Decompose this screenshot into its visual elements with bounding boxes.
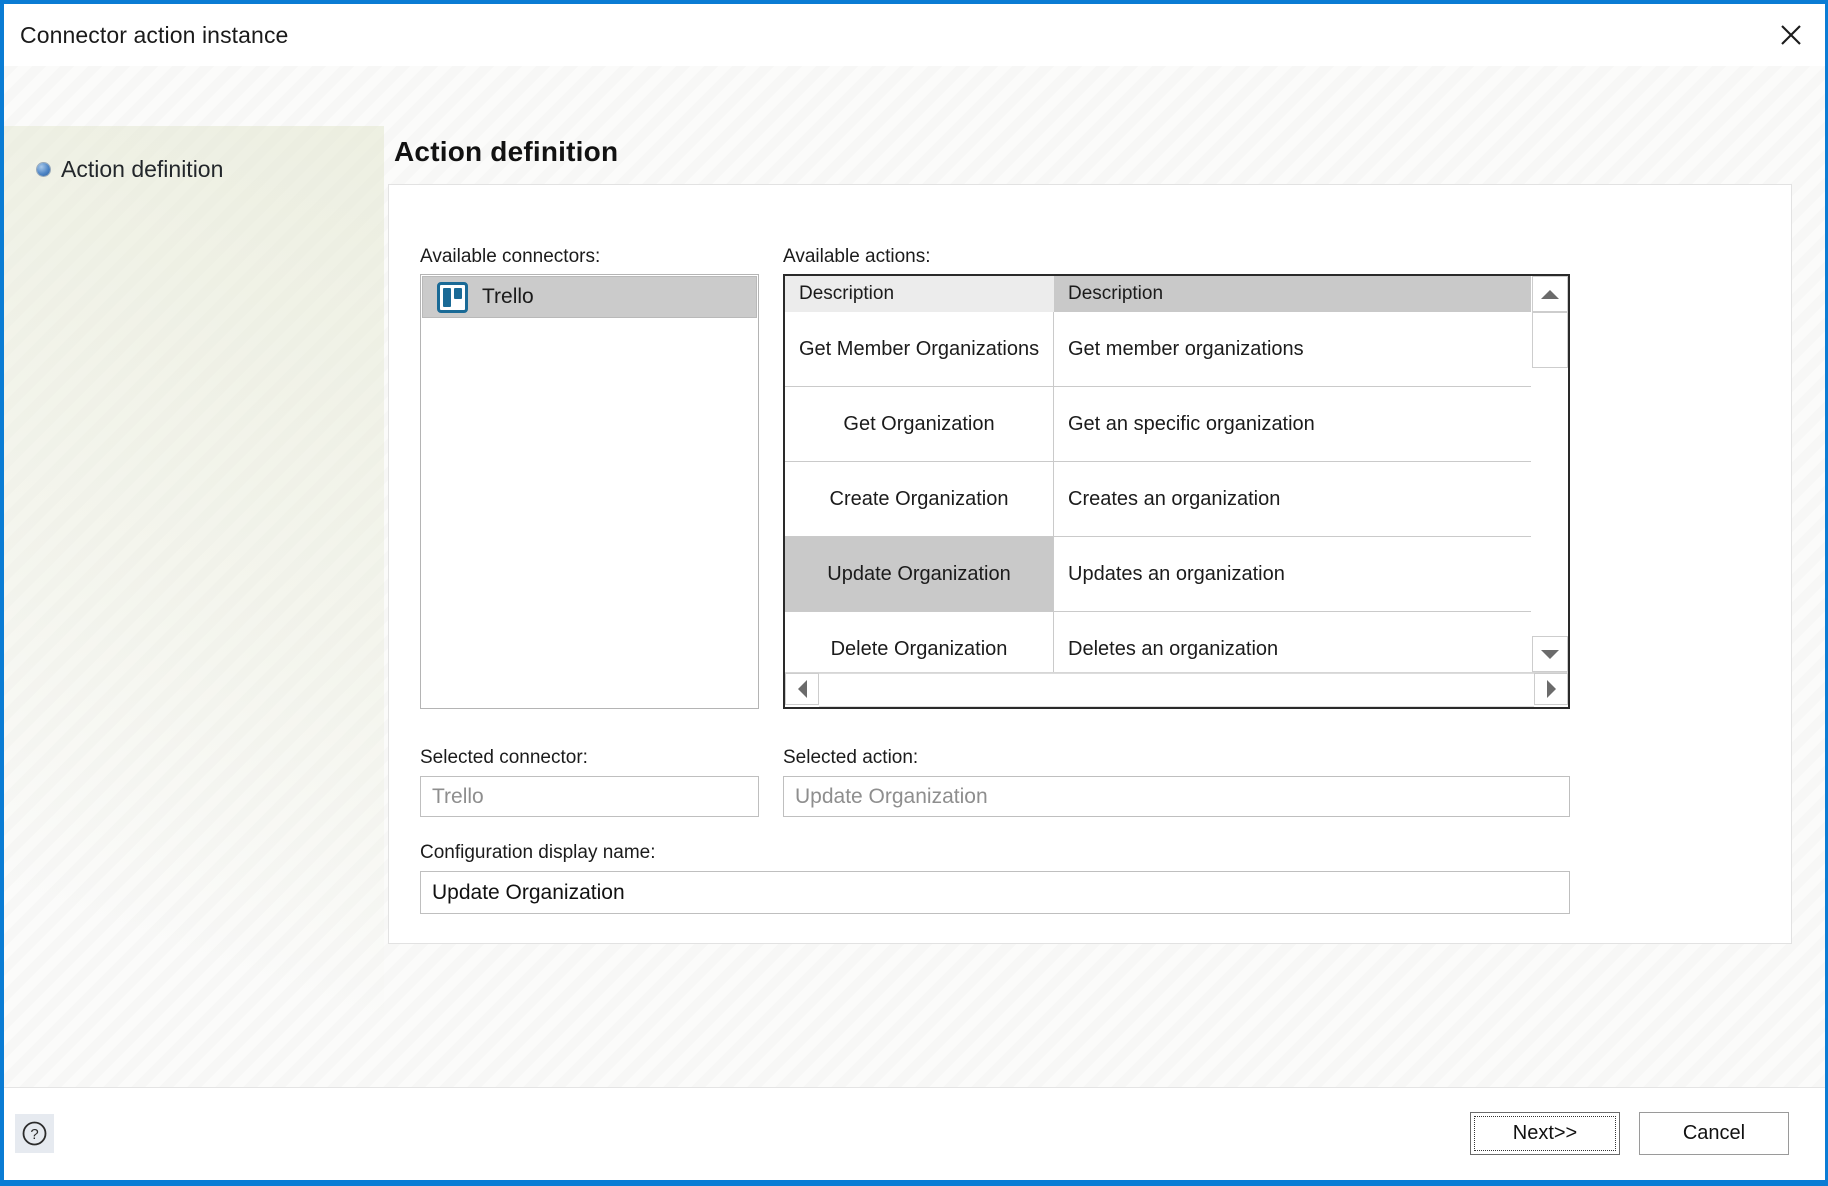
scroll-left-button[interactable]: [785, 673, 819, 705]
available-actions-label: Available actions:: [783, 246, 931, 267]
page-title: Action definition: [394, 136, 619, 167]
main-content: Action definition Available connectors: …: [387, 66, 1825, 1087]
scroll-up-button[interactable]: [1532, 276, 1568, 312]
dialog-footer: ? Next>> Cancel: [4, 1087, 1825, 1180]
blue-sphere-bullet-icon: [37, 162, 50, 176]
horizontal-scrollbar[interactable]: [785, 672, 1568, 707]
sidebar-item-action-definition[interactable]: Action definition: [4, 153, 387, 185]
vertical-scroll-track[interactable]: [1532, 312, 1568, 636]
title-bar: Connector action instance: [4, 4, 1825, 66]
row-name: Get Organization: [785, 387, 1054, 462]
row-description: Updates an organization: [1054, 537, 1531, 612]
grid-rows: Get Member Organizations Get member orga…: [785, 312, 1531, 672]
scroll-left-arrow-icon: [797, 680, 807, 698]
row-description: Deletes an organization: [1054, 612, 1531, 672]
connector-name-label: Trello: [482, 285, 534, 308]
scroll-down-arrow-icon: [1541, 649, 1559, 659]
sidebar-item-label: Action definition: [61, 155, 224, 182]
close-icon: [1781, 25, 1801, 45]
row-name: Delete Organization: [785, 612, 1054, 672]
row-name: Create Organization: [785, 462, 1054, 537]
available-connectors-label: Available connectors:: [420, 246, 601, 267]
scroll-up-arrow-icon: [1541, 289, 1559, 299]
dialog-body: Action definition Action definition Avai…: [4, 66, 1825, 1087]
wizard-sidebar: Action definition: [4, 66, 387, 1087]
close-button[interactable]: [1757, 4, 1825, 66]
column-header-description[interactable]: Description: [1054, 276, 1531, 312]
table-row[interactable]: Get Member Organizations Get member orga…: [785, 312, 1531, 387]
list-item-trello[interactable]: Trello: [422, 276, 757, 318]
configuration-display-name-label: Configuration display name:: [420, 842, 656, 863]
horizontal-scroll-thumb[interactable]: [819, 673, 1534, 707]
available-actions-grid[interactable]: Description Description Get Member Organ…: [783, 274, 1570, 709]
table-row[interactable]: Delete Organization Deletes an organizat…: [785, 612, 1531, 672]
footer-button-group: Next>> Cancel: [1470, 1112, 1789, 1155]
row-description: Get an specific organization: [1054, 387, 1531, 462]
selected-action-label: Selected action:: [783, 747, 919, 768]
help-button[interactable]: ?: [15, 1114, 54, 1153]
table-row[interactable]: Get Organization Get an specific organiz…: [785, 387, 1531, 462]
dialog-window: Connector action instance Action definit…: [0, 0, 1828, 1186]
column-header-name[interactable]: Description: [785, 276, 1054, 312]
vertical-scroll-thumb[interactable]: [1532, 312, 1568, 368]
next-button[interactable]: Next>>: [1470, 1112, 1620, 1155]
scroll-right-arrow-icon: [1546, 680, 1556, 698]
row-name: Update Organization: [785, 537, 1054, 612]
help-question-mark-icon: ?: [22, 1121, 47, 1146]
configuration-display-name-input[interactable]: Update Organization: [420, 871, 1570, 914]
row-name: Get Member Organizations: [785, 312, 1054, 387]
svg-text:?: ?: [30, 1126, 38, 1143]
window-title: Connector action instance: [20, 21, 289, 48]
selected-connector-input[interactable]: Trello: [420, 776, 759, 817]
trello-icon: [437, 281, 468, 313]
scroll-down-button[interactable]: [1532, 636, 1568, 672]
grid-header-row: Description Description: [785, 276, 1531, 312]
selected-connector-label: Selected connector:: [420, 747, 588, 768]
vertical-scrollbar[interactable]: [1531, 276, 1568, 672]
available-connectors-list[interactable]: Trello: [420, 274, 759, 709]
selected-action-input[interactable]: Update Organization: [783, 776, 1570, 817]
cancel-button[interactable]: Cancel: [1639, 1112, 1789, 1155]
scroll-right-button[interactable]: [1534, 673, 1568, 705]
row-description: Get member organizations: [1054, 312, 1531, 387]
table-row-selected[interactable]: Update Organization Updates an organizat…: [785, 537, 1531, 612]
table-row[interactable]: Create Organization Creates an organizat…: [785, 462, 1531, 537]
row-description: Creates an organization: [1054, 462, 1531, 537]
content-panel: Available connectors: Trello Available a: [388, 184, 1792, 944]
